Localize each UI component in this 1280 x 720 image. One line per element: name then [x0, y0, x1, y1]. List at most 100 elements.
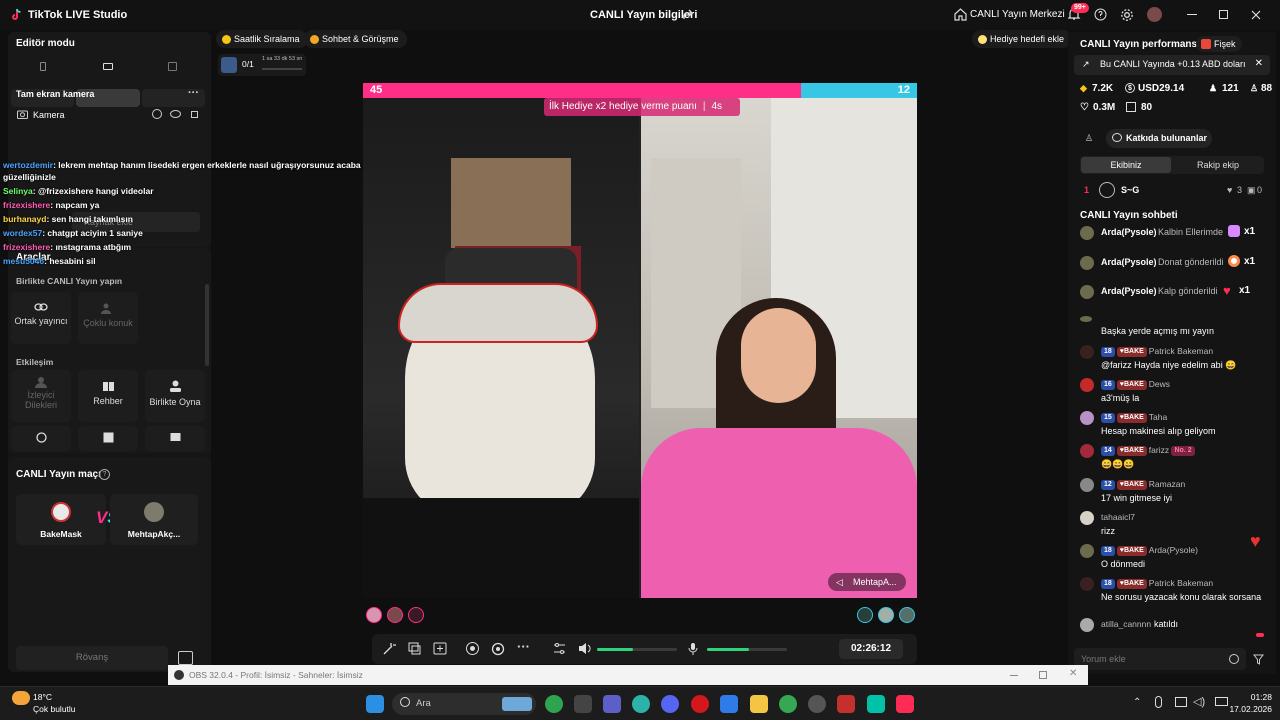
tab-rival-team[interactable]: Rakip ekip [1173, 157, 1263, 173]
app-title: TikTok LIVE Studio [28, 9, 128, 21]
microphone-icon[interactable] [688, 642, 698, 656]
supporter-avatar[interactable] [878, 607, 894, 623]
settings-source-icon[interactable] [152, 109, 162, 119]
firework-button[interactable]: Fişek [1196, 36, 1242, 52]
close-icon[interactable]: ✕ [1069, 668, 1077, 679]
tool-more-3[interactable] [145, 426, 205, 451]
avatar[interactable] [1147, 7, 1162, 22]
maximize-icon[interactable] [1219, 10, 1228, 19]
filter-icon[interactable] [1253, 654, 1264, 665]
more-icon[interactable]: ··· [188, 87, 199, 99]
comment-input[interactable]: Yorum ekle [1074, 648, 1246, 670]
close-icon[interactable] [1251, 10, 1261, 20]
clock-date[interactable]: 17.02.2026 [1225, 704, 1272, 714]
speaker-tray-icon[interactable]: ◁) [1193, 695, 1205, 708]
lightbulb-icon [978, 35, 987, 44]
rematch-button[interactable]: Rövanş [16, 646, 168, 670]
live-center-link[interactable]: CANLI Yayın Merkezi [970, 9, 1065, 20]
layout-icon[interactable] [433, 642, 447, 655]
multi-guest-button[interactable]: Çoklu konuk [78, 292, 138, 344]
minimize-icon[interactable] [1010, 675, 1018, 676]
chat-meet-chip[interactable]: Sohbet & Görüşme [304, 30, 407, 48]
clock-time[interactable]: 01:28 [1232, 692, 1272, 702]
viewer-wishes-button[interactable]: İzleyici Dilekleri [11, 370, 71, 422]
mail-icon[interactable] [720, 695, 738, 713]
play-together-button[interactable]: Birlikte Oyna [145, 370, 205, 422]
opera-icon[interactable] [691, 695, 709, 713]
chrome-icon[interactable] [545, 695, 563, 713]
beauty-icon[interactable] [491, 642, 505, 656]
android-app-icon[interactable] [867, 695, 885, 713]
add-contributor-icon[interactable]: ♙ [1085, 133, 1098, 144]
match-player-right[interactable]: MehtapAkç... [110, 494, 198, 545]
chrome-profile-icon[interactable] [779, 695, 797, 713]
gift-goal-widget[interactable]: 0/1 1 sa 33 dk 53 sn [218, 54, 306, 76]
co-host-button[interactable]: Ortak yayıncı [11, 292, 71, 344]
obs-icon[interactable] [808, 695, 826, 713]
app-store-icon[interactable] [574, 695, 592, 713]
gift-goal-chip[interactable]: Hediye hedefi ekle [972, 30, 1073, 48]
contributors-button[interactable]: Katkıda bulunanlar [1106, 129, 1212, 148]
chat-username: Arda(Pysole) [1148, 545, 1198, 555]
info-icon[interactable]: ? [99, 469, 110, 480]
mic-tray-icon[interactable] [1155, 696, 1162, 708]
firework-label: Fişek [1214, 39, 1236, 49]
hourly-ranking-chip[interactable]: Saatlik Sıralama [216, 30, 308, 48]
guest-video: ◁ MehtapA... [641, 98, 917, 598]
edge-icon[interactable] [632, 695, 650, 713]
home-icon[interactable] [954, 8, 967, 21]
close-icon[interactable]: ✕ [1255, 58, 1263, 69]
guest-name-tag[interactable]: ◁ MehtapA... [828, 573, 906, 591]
network-icon[interactable] [1175, 697, 1187, 707]
youtube-icon[interactable] [837, 695, 855, 713]
share-icon[interactable] [682, 9, 694, 21]
supporter-avatar[interactable] [387, 607, 403, 623]
mic-slider[interactable] [707, 648, 787, 651]
stats-row-2: ♡ 0.3M 80 [1080, 102, 1200, 114]
scene-name[interactable]: Tam ekran kamera [16, 89, 94, 99]
obs-window-bar[interactable]: OBS 32.0.4 - Profil: İsimsiz - Sahneler:… [168, 665, 1088, 685]
lock-icon[interactable] [191, 111, 198, 118]
dual-icon [168, 62, 177, 71]
teams-icon[interactable] [603, 695, 621, 713]
supporter-avatar[interactable] [366, 607, 382, 623]
tray-chevron-icon[interactable]: ⌃ [1133, 697, 1141, 708]
chat-username: Patrick Bakeman [1148, 578, 1214, 588]
sliders-icon[interactable] [553, 642, 566, 655]
chat-text: Hesap makinesi alıp geliyom [1101, 426, 1216, 436]
editor-mode-toggle[interactable]: Editör modu [16, 38, 75, 49]
match-player-left[interactable]: BakeMask [16, 494, 106, 545]
tiktok-live-icon[interactable] [896, 695, 914, 713]
video-hoodie [363, 498, 639, 598]
maximize-icon[interactable] [1039, 671, 1047, 679]
tools-scrollbar[interactable] [205, 284, 209, 366]
team-icon: ♙ [1250, 83, 1259, 93]
effects-icon[interactable] [408, 642, 421, 655]
record-button[interactable] [466, 642, 479, 655]
rank-row[interactable]: 1 S~G ♥ 3 ▣ 0 [1080, 182, 1266, 198]
windows-start-icon[interactable] [366, 695, 384, 713]
supporter-avatar[interactable] [857, 607, 873, 623]
volume-slider[interactable] [597, 648, 677, 651]
guide-button[interactable]: Rehber [78, 370, 138, 422]
minimize-icon[interactable] [1187, 14, 1197, 15]
volume-icon[interactable] [578, 642, 592, 655]
exit-match-icon[interactable] [178, 651, 193, 665]
supporter-avatar[interactable] [408, 607, 424, 623]
weather-icon[interactable] [12, 691, 30, 705]
supporter-avatar[interactable] [899, 607, 915, 623]
tool-more-2[interactable] [78, 426, 138, 451]
earnings-banner[interactable]: ↗ Bu CANLI Yayında +0.13 ABD doları ✕ [1074, 55, 1270, 75]
magic-wand-icon[interactable] [383, 642, 396, 655]
tool-more-1[interactable] [11, 426, 71, 451]
taskbar-search[interactable]: Ara [392, 693, 536, 715]
emoji-icon[interactable] [1229, 654, 1239, 664]
tab-our-team[interactable]: Ekibiniz [1081, 157, 1171, 173]
folder-icon[interactable] [750, 695, 768, 713]
more-icon[interactable]: ··· [517, 639, 530, 654]
visibility-icon[interactable] [170, 110, 181, 118]
camera-source[interactable]: Kamera [33, 110, 65, 120]
help-icon[interactable] [1094, 8, 1107, 21]
gear-icon[interactable] [1120, 8, 1134, 22]
discord-icon[interactable] [661, 695, 679, 713]
